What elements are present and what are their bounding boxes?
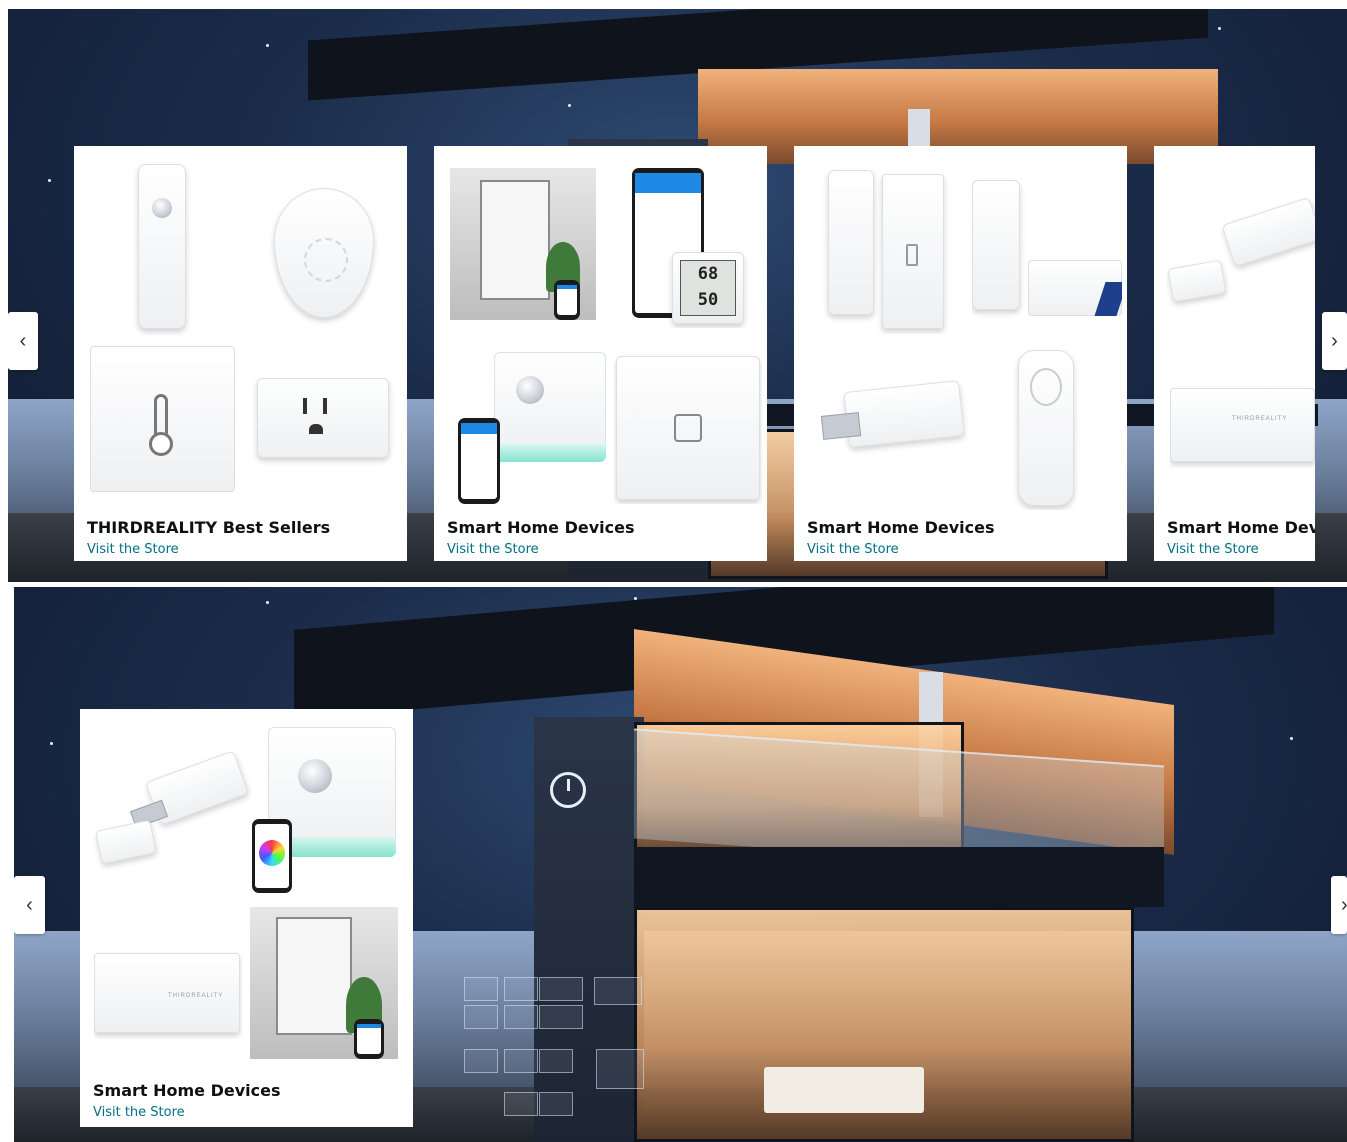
carousel-prev-button[interactable]: ‹ [8,312,38,370]
store-banner-1: THIRDREALITY Best Sellers Visit the Stor… [8,9,1347,582]
store-card[interactable]: THIRDREALITY Smart Home Devices Visit th… [80,709,413,1127]
zigbee-dongle-image [92,721,252,891]
carousel-next-button[interactable]: › [1322,312,1347,370]
hub-image: THIRDREALITY [1170,378,1315,468]
thermo-hygrometer-image: 68 50 [616,168,756,328]
card-title: THIRDREALITY Best Sellers [87,518,331,537]
visit-store-link[interactable]: Visit the Store [1167,542,1259,557]
presence-sensor-image [446,338,606,508]
card-title: Smart Home Devices [807,518,995,537]
hub-image: THIRDREALITY [94,949,242,1039]
chevron-left-icon: ‹ [19,329,27,352]
zigbee-dongle-image [1166,188,1315,318]
brand-text: THIRDREALITY [168,993,224,999]
humidity-readout: 50 [697,290,719,310]
card-title: Smart Home Devices [1167,518,1315,537]
visit-store-link[interactable]: Visit the Store [93,1105,185,1120]
store-banner-2: THIRDREALITY Smart Home Devices Visit th… [14,587,1347,1142]
visit-store-link[interactable]: Visit the Store [87,542,179,557]
store-card[interactable]: THIRDREALITY Best Sellers Visit the Stor… [74,146,407,561]
carousel-next-button[interactable]: › [1331,876,1347,934]
motion-sensor-image [86,158,236,338]
smart-blind-photo [450,168,596,320]
visit-store-link[interactable]: Visit the Store [807,542,899,557]
vibration-sensor-image [614,354,762,504]
carousel-prev-button[interactable]: ‹ [14,876,45,934]
smart-button-image [998,344,1098,510]
chevron-left-icon: ‹ [26,893,33,916]
presence-sensor-image [252,727,402,897]
visit-store-link[interactable]: Visit the Store [447,542,539,557]
temperature-sensor-image [90,346,238,496]
card-title: Smart Home Devices [447,518,635,537]
card-title: Smart Home Devices [93,1081,281,1100]
smart-plug-image [251,378,396,478]
brand-text: THIRDREALITY [1232,416,1288,422]
contact-sensor-image [820,164,960,334]
hub-image [972,172,1122,322]
store-card[interactable]: THIRDREALITY Smart Home Devices Visit th… [1154,146,1315,561]
humidity-readout: 68 [697,264,719,284]
store-card[interactable]: 68 50 Smart Home Devices Visit the Store [434,146,767,561]
water-leak-sensor-image [246,158,396,338]
smart-clock-icon [550,772,586,808]
chevron-right-icon: › [1341,894,1347,917]
zigbee-dongle-image [806,348,976,478]
smart-blind-photo [250,907,398,1059]
store-card[interactable]: Smart Home Devices Visit the Store [794,146,1127,561]
chevron-right-icon: › [1331,329,1338,352]
